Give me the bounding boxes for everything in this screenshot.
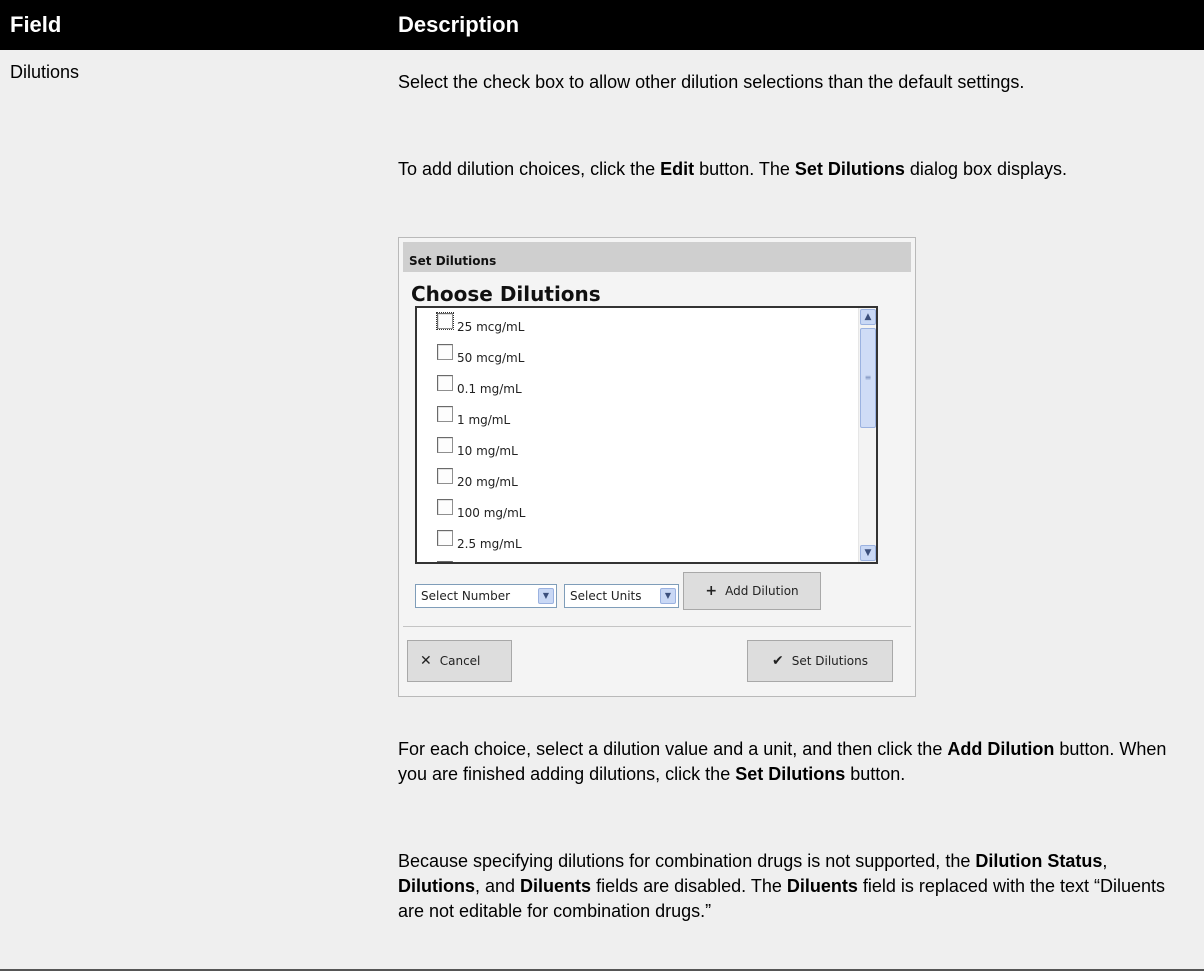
scroll-up-icon[interactable]: ▲ bbox=[860, 309, 876, 325]
set-dilutions-label: Set Dilutions bbox=[791, 654, 868, 668]
close-icon: ✕ bbox=[420, 653, 432, 669]
description-paragraph: For each choice, select a dilution value… bbox=[398, 737, 1193, 787]
dilution-option-label: 100 mg/mL bbox=[457, 506, 526, 520]
select-units-dropdown[interactable]: Select Units ▼ bbox=[564, 584, 679, 608]
dilutions-listbox[interactable]: 25 mcg/mL 50 mcg/mL 0.1 mg/mL 1 mg/mL 10 mg/… bbox=[415, 306, 878, 564]
checkbox[interactable] bbox=[437, 468, 453, 484]
table-bottom-rule bbox=[0, 969, 1204, 971]
bold-text: Dilutions bbox=[398, 876, 475, 896]
text-run: Because specifying dilutions for combina… bbox=[398, 851, 976, 871]
table-header-row: Field Description bbox=[0, 0, 1204, 50]
text-run: Select the check box to allow other dilu… bbox=[398, 72, 1025, 92]
checkbox[interactable] bbox=[436, 312, 454, 330]
bold-text: Dilution Status bbox=[975, 851, 1103, 871]
chevron-down-icon: ▼ bbox=[660, 588, 676, 604]
cancel-label: Cancel bbox=[439, 654, 481, 668]
checkbox[interactable] bbox=[437, 499, 453, 515]
dilution-option-label: 2.5 mg/mL bbox=[457, 537, 522, 551]
dilution-option-list: 25 mcg/mL 50 mcg/mL 0.1 mg/mL 1 mg/mL 10 mg/… bbox=[417, 308, 857, 562]
bold-text: Diluents bbox=[786, 876, 858, 896]
dilution-option[interactable]: 100 mg/mL bbox=[437, 498, 525, 530]
dilution-option-label: 1 mg/mL bbox=[457, 413, 511, 427]
set-dilutions-dialog: Set Dilutions Choose Dilutions 25 mcg/mL… bbox=[398, 237, 916, 697]
dilution-option-label: 10 mg/mL bbox=[457, 444, 518, 458]
dilution-option[interactable]: 25 mcg/mL bbox=[436, 312, 525, 344]
dialog-heading: Choose Dilutions bbox=[411, 282, 601, 306]
text-run: , and bbox=[475, 876, 521, 896]
dilution-option[interactable]: 10 mg/mL bbox=[437, 436, 518, 468]
text-run: To add dilution choices, click the bbox=[398, 159, 661, 179]
select-number-dropdown[interactable]: Select Number ▼ bbox=[415, 584, 557, 608]
dialog-title: Set Dilutions bbox=[403, 242, 911, 272]
chevron-down-icon: ▼ bbox=[538, 588, 554, 604]
add-dilution-label: Add Dilution bbox=[725, 584, 799, 598]
plus-icon: + bbox=[705, 583, 718, 599]
header-field: Field bbox=[10, 12, 62, 37]
select-units-value: Select Units bbox=[570, 589, 642, 603]
checkbox[interactable] bbox=[437, 406, 453, 422]
bold-text: Edit bbox=[660, 159, 695, 179]
set-dilutions-button[interactable]: ✔ Set Dilutions bbox=[747, 640, 893, 682]
scroll-down-icon[interactable]: ▼ bbox=[860, 545, 876, 561]
listbox-scrollbar[interactable]: ▲ ≡ ▼ bbox=[858, 308, 876, 562]
checkmark-icon: ✔ bbox=[771, 653, 784, 669]
dilution-option[interactable]: 0.1 mg/mL bbox=[437, 374, 522, 406]
header-description: Description bbox=[398, 12, 520, 37]
cancel-button[interactable]: ✕ Cancel bbox=[407, 640, 512, 682]
description-paragraph: Because specifying dilutions for combina… bbox=[398, 849, 1193, 924]
add-dilution-button[interactable]: + Add Dilution bbox=[683, 572, 821, 610]
checkbox[interactable] bbox=[437, 437, 453, 453]
checkbox[interactable] bbox=[437, 530, 453, 546]
bold-text: Set Dilutions bbox=[735, 764, 846, 784]
dilution-option-label: 50 mcg/mL bbox=[457, 351, 525, 365]
dialog-divider bbox=[403, 626, 911, 627]
description-paragraph: Select the check box to allow other dilu… bbox=[398, 70, 1193, 95]
bold-text: Add Dilution bbox=[947, 739, 1055, 759]
dilution-option[interactable]: 1 mg/mL bbox=[437, 405, 510, 437]
checkbox[interactable] bbox=[437, 561, 453, 562]
checkbox[interactable] bbox=[437, 375, 453, 391]
scroll-thumb[interactable]: ≡ bbox=[860, 328, 876, 428]
select-number-value: Select Number bbox=[421, 589, 511, 603]
dilution-option[interactable] bbox=[437, 560, 457, 562]
dilution-option[interactable]: 20 mg/mL bbox=[437, 467, 518, 499]
dilution-option[interactable]: 2.5 mg/mL bbox=[437, 529, 522, 561]
field-name-cell: Dilutions bbox=[10, 62, 80, 82]
text-run: button. bbox=[845, 764, 906, 784]
text-run: dialog box displays. bbox=[904, 159, 1068, 179]
description-paragraph: To add dilution choices, click the Edit … bbox=[398, 157, 1193, 182]
text-run: button. The bbox=[694, 159, 795, 179]
bold-text: Diluents bbox=[520, 876, 592, 896]
dilution-option[interactable]: 50 mcg/mL bbox=[437, 343, 524, 375]
dilution-option-label: 20 mg/mL bbox=[457, 475, 518, 489]
text-run: fields are disabled. The bbox=[591, 876, 787, 896]
documentation-table: Field Description Dilutions Select the c… bbox=[0, 0, 1204, 971]
dilution-option-label: 0.1 mg/mL bbox=[457, 382, 522, 396]
dilution-option-label: 25 mcg/mL bbox=[457, 320, 525, 334]
bold-text: Set Dilutions bbox=[794, 159, 905, 179]
checkbox[interactable] bbox=[437, 344, 453, 360]
text-run: , bbox=[1102, 851, 1108, 871]
text-run: For each choice, select a dilution value… bbox=[398, 739, 948, 759]
